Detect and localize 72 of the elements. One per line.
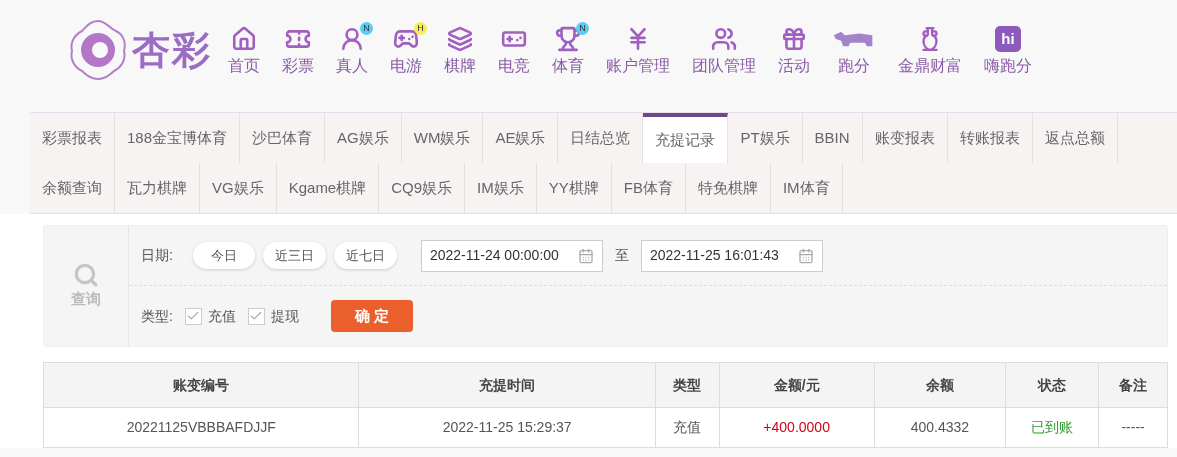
range-button[interactable]: 近三日 <box>262 242 326 269</box>
type-checkbox[interactable]: 充值 <box>184 305 236 327</box>
tab[interactable]: WM娱乐 <box>401 113 484 163</box>
nav-item[interactable]: 账户管理 <box>598 22 678 78</box>
tab[interactable]: 返点总额 <box>1032 113 1118 163</box>
tab[interactable]: AG娱乐 <box>325 113 402 163</box>
query-label: 查询 <box>71 288 101 309</box>
nav-item[interactable]: 彩票 <box>274 22 322 78</box>
people-icon <box>711 26 737 52</box>
type-label: 类型: <box>141 306 173 326</box>
nav-badge: N <box>360 22 373 35</box>
start-date-field[interactable]: 2022-11-24 00:00:00 <box>420 239 603 272</box>
check-icon <box>249 309 264 323</box>
column-header: 备注 <box>1118 375 1149 395</box>
range-separator: 至 <box>614 246 629 265</box>
tab[interactable]: 转账报表 <box>947 113 1033 163</box>
tab[interactable]: CQ9娱乐 <box>379 163 466 213</box>
table-cell-text: ----- <box>1120 418 1146 437</box>
tab[interactable]: YY棋牌 <box>536 163 612 213</box>
tab[interactable]: 特免棋牌 <box>685 163 771 213</box>
date-label: 日期: <box>141 246 173 265</box>
end-date-field[interactable]: 2022-11-25 16:01:43 <box>640 239 823 272</box>
tab[interactable]: Kgame棋牌 <box>276 163 380 213</box>
nav-item[interactable]: 电竞 <box>490 22 538 78</box>
nav-item[interactable]: 棋牌 <box>436 22 484 78</box>
table-cell: 20221125VBBBAFDJJF <box>44 408 360 447</box>
home-icon <box>231 26 257 52</box>
tab[interactable]: AE娱乐 <box>483 113 559 163</box>
nav-item[interactable]: N 体育 <box>544 22 592 78</box>
nav-item[interactable]: 跑分 <box>824 22 884 78</box>
check-icon <box>186 309 201 323</box>
tab[interactable]: 瓦力棋牌 <box>115 163 200 213</box>
trophy-icon <box>555 26 581 52</box>
table-cell: 2022-11-25 15:29:37 <box>359 408 656 447</box>
range-button[interactable]: 近七日 <box>333 242 397 269</box>
tab[interactable]: 余额查询 <box>30 163 115 213</box>
tab[interactable]: 彩票报表 <box>30 113 115 163</box>
tab[interactable]: 188金宝博体育 <box>115 113 241 163</box>
table-cell: +400.0000 <box>719 408 875 447</box>
table-cell: 已到账 <box>1006 408 1100 447</box>
nav-item[interactable]: hi 嗨跑分 <box>976 22 1040 78</box>
person-icon <box>339 26 365 52</box>
table-cell: 400.4332 <box>874 408 1007 447</box>
cards-icon <box>447 26 473 52</box>
confirm-button[interactable]: 确 定 <box>330 300 413 332</box>
table-cell: 充值 <box>655 408 720 447</box>
calendar-icon <box>577 247 594 264</box>
tab[interactable]: BBIN <box>802 113 863 163</box>
nav-item[interactable]: 团队管理 <box>684 22 764 78</box>
tab[interactable]: 账变报表 <box>862 113 948 163</box>
tab[interactable]: 沙巴体育 <box>240 113 326 163</box>
tab[interactable]: FB体育 <box>611 163 686 213</box>
tab[interactable]: IM娱乐 <box>465 163 537 213</box>
type-checkbox[interactable]: 提现 <box>247 305 299 327</box>
nav-badge: N <box>576 22 589 35</box>
nav-item[interactable]: 金鼎财富 <box>890 22 970 78</box>
range-button[interactable]: 今日 <box>192 242 255 269</box>
tab[interactable]: 充提记录 <box>643 113 729 163</box>
nav-badge: H <box>414 22 427 35</box>
nav-item[interactable]: H 电游 <box>382 22 430 78</box>
gift-icon <box>781 26 807 52</box>
nav-item[interactable]: N 真人 <box>328 22 376 78</box>
tab[interactable]: PT娱乐 <box>728 113 803 163</box>
tab[interactable]: IM体育 <box>770 163 843 213</box>
search-icon <box>73 261 99 288</box>
flower-logo-icon <box>68 19 128 81</box>
calendar-icon <box>797 247 814 264</box>
tab[interactable]: VG娱乐 <box>200 163 277 213</box>
logo-text: 杏彩 <box>132 27 212 73</box>
app-logo-icon: hi <box>995 26 1021 52</box>
nav-item[interactable]: 首页 <box>220 22 268 78</box>
nav-item[interactable]: 活动 <box>770 22 818 78</box>
